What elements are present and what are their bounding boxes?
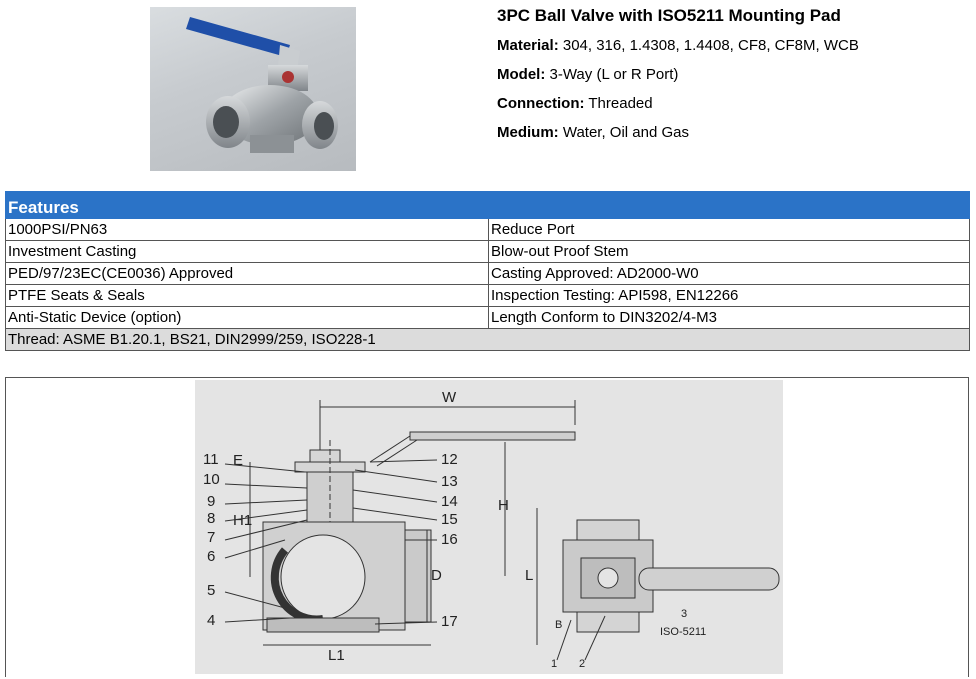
table-cell: 1000PSI/PN63: [5, 218, 489, 241]
product-photo: [150, 7, 356, 171]
table-row: PTFE Seats & Seals Inspection Testing: A…: [5, 284, 970, 307]
spec-label: Connection:: [497, 95, 585, 112]
table-row: Thread: ASME B1.20.1, BS21, DIN2999/259,…: [5, 328, 970, 351]
dim-label-e: E: [233, 452, 243, 469]
dim-label-h: H: [498, 497, 509, 514]
dim-label-h1: H1: [233, 512, 252, 529]
product-title: 3PC Ball Valve with ISO5211 Mounting Pad: [497, 6, 841, 25]
part-number: 15: [441, 511, 458, 528]
table-cell: Investment Casting: [5, 240, 489, 263]
part-number: 1: [551, 658, 557, 670]
table-cell: Length Conform to DIN3202/4-M3: [488, 306, 970, 329]
features-header-row: Features: [5, 191, 970, 219]
table-row: Anti-Static Device (option) Length Confo…: [5, 306, 970, 329]
table-cell: PED/97/23EC(CE0036) Approved: [5, 262, 489, 285]
spec-model: Model: 3-Way (L or R Port): [497, 65, 967, 84]
part-number: 12: [441, 451, 458, 468]
part-number: 13: [441, 473, 458, 490]
part-number: 4: [207, 612, 215, 629]
spec-label: Material:: [497, 37, 559, 54]
spec-label: Model:: [497, 66, 546, 83]
dim-label-d: D: [431, 567, 442, 584]
part-number: 2: [579, 658, 585, 670]
part-number: 6: [207, 548, 215, 565]
part-number: 11: [203, 451, 219, 468]
spec-label: Medium:: [497, 124, 559, 141]
dim-label-l1: L1: [328, 647, 345, 664]
part-number: 14: [441, 493, 458, 510]
thread-standards: Thread: ASME B1.20.1, BS21, DIN2999/259,…: [5, 328, 970, 351]
table-cell: Casting Approved: AD2000-W0: [488, 262, 970, 285]
spec-connection: Connection: Threaded: [497, 94, 967, 113]
product-spec: 3PC Ball Valve with ISO5211 Mounting Pad…: [497, 6, 967, 152]
part-number: 7: [207, 529, 215, 546]
table-cell: PTFE Seats & Seals: [5, 284, 489, 307]
features-table: Features 1000PSI/PN63 Reduce Port Invest…: [5, 191, 970, 351]
iso-pad-label: ISO-5211: [660, 626, 706, 638]
dim-label-w: W: [442, 389, 457, 406]
spec-medium: Medium: Water, Oil and Gas: [497, 123, 967, 142]
part-number: 9: [207, 493, 215, 510]
table-cell: Anti-Static Device (option): [5, 306, 489, 329]
spec-value: 304, 316, 1.4308, 1.4408, CF8, CF8M, WCB: [558, 37, 859, 54]
table-row: 1000PSI/PN63 Reduce Port: [5, 218, 970, 241]
table-cell: Inspection Testing: API598, EN12266: [488, 284, 970, 307]
part-number: 8: [207, 510, 215, 527]
part-number: 5: [207, 582, 215, 599]
features-header: Features: [5, 191, 970, 219]
spec-value: Water, Oil and Gas: [558, 124, 689, 141]
dim-label-b: B: [555, 619, 562, 631]
dim-label-l: L: [525, 567, 533, 584]
technical-drawing: W H D H1 E L1 11 10 9 8 7 6 5 4 12 13 14…: [195, 380, 783, 674]
table-cell: Reduce Port: [488, 218, 970, 241]
table-cell: Blow-out Proof Stem: [488, 240, 970, 263]
spec-material: Material: 304, 316, 1.4308, 1.4408, CF8,…: [497, 36, 967, 55]
spec-value: Threaded: [584, 95, 653, 112]
table-row: PED/97/23EC(CE0036) Approved Casting App…: [5, 262, 970, 285]
part-number: 16: [441, 531, 458, 548]
part-number: 17: [441, 613, 458, 630]
part-number: 10: [203, 471, 220, 488]
spec-value: 3-Way (L or R Port): [545, 66, 679, 83]
table-row: Investment Casting Blow-out Proof Stem: [5, 240, 970, 263]
part-number: 3: [681, 608, 687, 620]
